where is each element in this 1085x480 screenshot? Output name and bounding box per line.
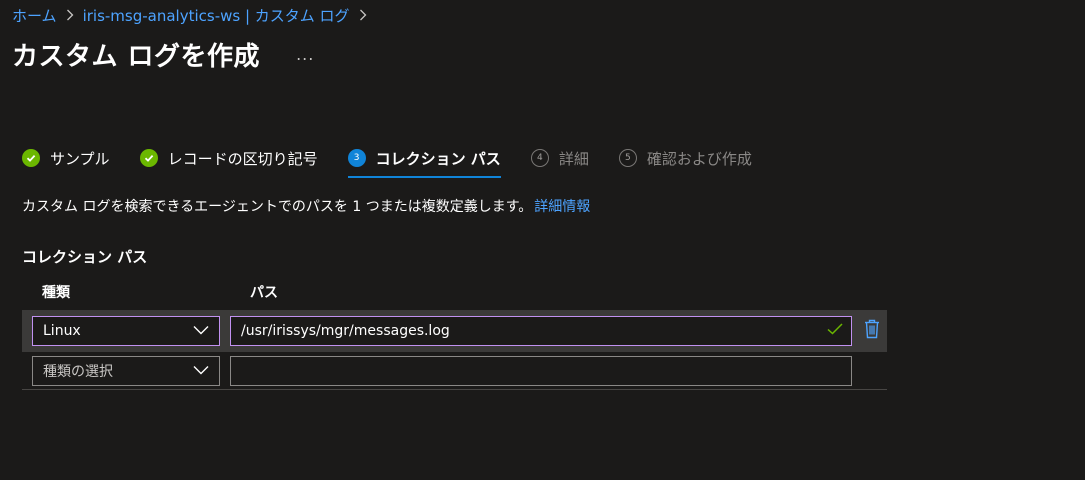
- description-text: カスタム ログを検索できるエージェントでのパスを 1 つまたは複数定義します。: [22, 199, 533, 215]
- chevron-right-icon: [66, 7, 74, 25]
- page-title: カスタム ログを作成: [12, 42, 261, 72]
- wizard-steps: サンプル レコードの区切り記号 3 コレクション パス 4 詳細 5 確認および…: [22, 146, 782, 178]
- step-label: 詳細: [558, 149, 589, 168]
- chevron-right-icon: [359, 7, 367, 25]
- check-circle-icon: [139, 149, 158, 167]
- tab-sample[interactable]: サンプル: [22, 146, 110, 170]
- breadcrumb: ホーム iris-msg-analytics-ws | カスタム ログ: [12, 5, 376, 26]
- column-header-path: パス: [250, 285, 278, 301]
- chevron-down-icon: [193, 323, 209, 339]
- breadcrumb-home[interactable]: ホーム: [12, 5, 57, 26]
- breadcrumb-workspace[interactable]: iris-msg-analytics-ws | カスタム ログ: [83, 5, 350, 26]
- tab-collection-path[interactable]: 3 コレクション パス: [347, 146, 502, 178]
- type-select[interactable]: 種類の選択: [32, 355, 220, 386]
- learn-more-link[interactable]: 詳細情報: [534, 199, 590, 215]
- type-select[interactable]: Linux: [32, 316, 220, 346]
- tab-record-delimiter[interactable]: レコードの区切り記号: [139, 146, 318, 170]
- page: ホーム iris-msg-analytics-ws | カスタム ログ カスタム…: [0, 0, 1085, 480]
- delete-row-button[interactable]: [862, 319, 882, 343]
- step-number-5: 5: [618, 149, 637, 167]
- collection-path-table: 種類 パス Linux /usr/irissys/mgr/messages.lo…: [22, 274, 887, 390]
- tab-details[interactable]: 4 詳細: [530, 146, 589, 170]
- step-label: サンプル: [50, 149, 110, 168]
- table-row: Linux /usr/irissys/mgr/messages.log: [22, 310, 887, 352]
- more-options-button[interactable]: ...: [290, 43, 320, 66]
- check-circle-icon: [22, 149, 40, 167]
- description: カスタム ログを検索できるエージェントでのパスを 1 つまたは複数定義します。詳…: [22, 196, 590, 216]
- path-input-value: /usr/irissys/mgr/messages.log: [241, 323, 450, 339]
- section-title: コレクション パス: [22, 248, 148, 266]
- column-header-type: 種類: [42, 285, 70, 301]
- step-number-4: 4: [530, 149, 549, 167]
- step-number-3: 3: [347, 149, 366, 167]
- title-row: カスタム ログを作成 ...: [12, 36, 320, 73]
- step-label: レコードの区切り記号: [167, 149, 318, 168]
- type-select-placeholder: 種類の選択: [43, 363, 113, 380]
- checkmark-icon: [827, 323, 843, 339]
- type-select-value: Linux: [43, 323, 81, 339]
- step-label: コレクション パス: [375, 149, 501, 168]
- trash-icon: [864, 319, 880, 343]
- step-label: 確認および作成: [646, 149, 752, 168]
- table-header: 種類 パス: [22, 274, 887, 310]
- path-input[interactable]: /usr/irissys/mgr/messages.log: [230, 316, 852, 346]
- table-row: 種類の選択: [22, 352, 887, 390]
- path-input-empty[interactable]: [230, 355, 852, 386]
- tab-review-create[interactable]: 5 確認および作成: [618, 146, 752, 170]
- chevron-down-icon: [193, 363, 209, 379]
